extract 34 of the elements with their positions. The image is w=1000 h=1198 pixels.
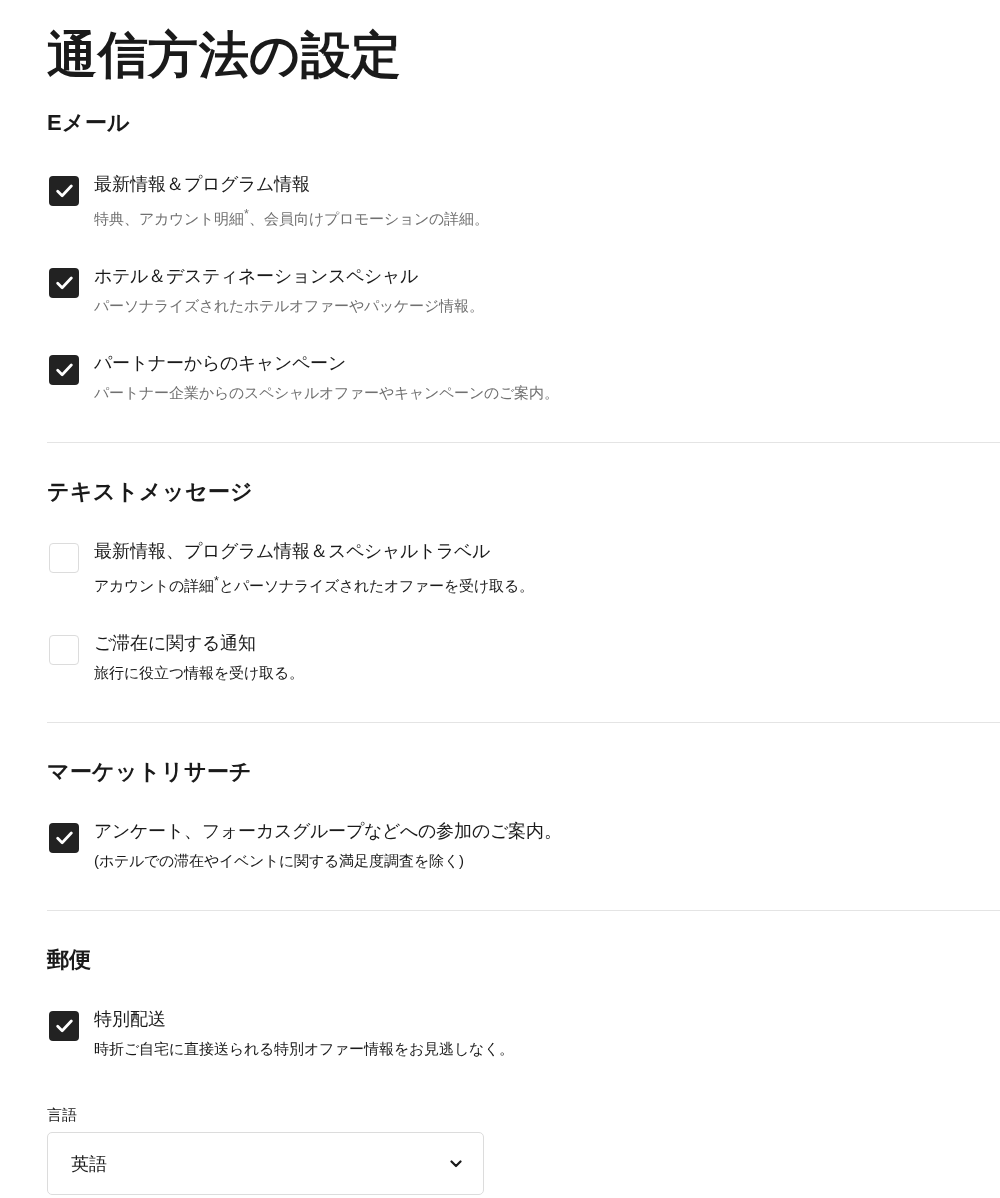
option-label: アンケート、フォーカスグループなどへの参加のご案内。: [94, 820, 562, 843]
checkmark-icon: [55, 1019, 73, 1033]
checkmark-icon: [55, 184, 73, 198]
option-label: ご滞在に関する通知: [94, 632, 256, 655]
section-heading: Eメール: [47, 109, 131, 137]
option-description: アカウントの詳細$^{*}$とパーソナライズされたオファーを受け取る。: [94, 573, 534, 596]
option-label: 特別配送: [94, 1008, 166, 1031]
chevron-down-icon: [450, 1159, 462, 1168]
option-description: 特典、アカウント明細$^{*}$、会員向けプロモーションの詳細。: [94, 206, 489, 229]
option-label: パートナーからのキャンペーン: [94, 352, 346, 375]
checkbox[interactable]: [49, 268, 79, 298]
checkbox[interactable]: [49, 543, 79, 573]
option-description: パーソナライズされたホテルオファーやパッケージ情報。: [94, 296, 484, 316]
section-heading: 郵便: [47, 946, 92, 974]
checkbox[interactable]: [49, 355, 79, 385]
checkmark-icon: [55, 363, 73, 377]
section-heading: マーケットリサーチ: [47, 758, 253, 786]
option-description: (ホテルでの滞在やイベントに関する満足度調査を除く): [94, 851, 464, 871]
page-title: 通信方法の設定: [47, 26, 403, 85]
checkbox[interactable]: [49, 1011, 79, 1041]
language-select[interactable]: 英語: [47, 1132, 484, 1195]
option-description: 時折ご自宅に直接送られる特別オファー情報をお見逃しなく。: [94, 1039, 514, 1059]
checkbox[interactable]: [49, 176, 79, 206]
checkbox[interactable]: [49, 635, 79, 665]
option-description: パートナー企業からのスペシャルオファーやキャンペーンのご案内。: [94, 383, 559, 403]
checkmark-icon: [55, 276, 73, 290]
option-label: 最新情報、プログラム情報＆スペシャルトラベル: [94, 540, 490, 563]
option-description: 旅行に役立つ情報を受け取る。: [94, 663, 304, 683]
checkbox[interactable]: [49, 823, 79, 853]
option-label: 最新情報＆プログラム情報: [94, 173, 310, 196]
field-label: 言語: [47, 1105, 77, 1125]
checkmark-icon: [55, 831, 73, 845]
section-heading: テキストメッセージ: [47, 478, 254, 506]
option-label: ホテル＆デスティネーションスペシャル: [94, 265, 418, 288]
